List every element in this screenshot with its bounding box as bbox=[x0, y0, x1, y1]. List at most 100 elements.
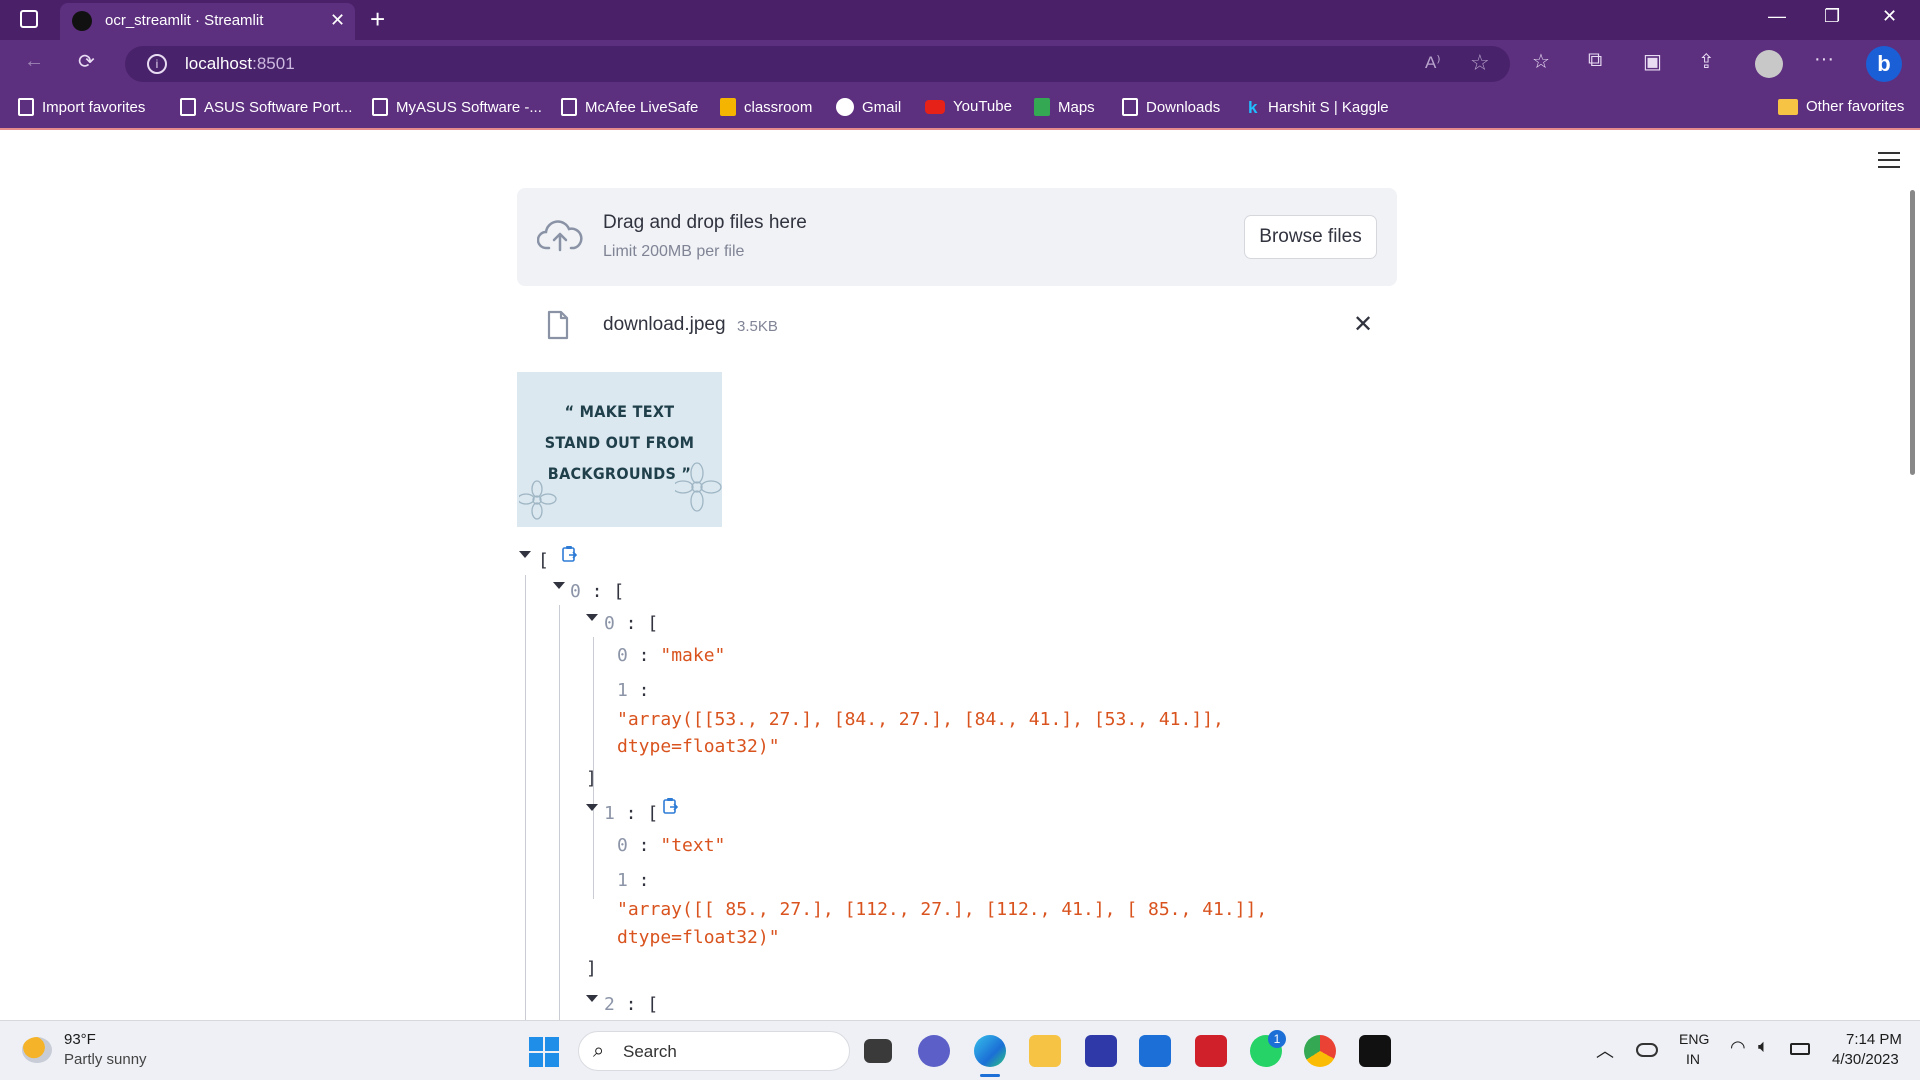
json-entry-0-0-1-value-cont: dtype=float32)" bbox=[617, 736, 780, 757]
fav-asus-software-portal[interactable]: ASUS Software Port... bbox=[180, 98, 352, 116]
onedrive-icon[interactable] bbox=[1636, 1043, 1658, 1057]
page-icon bbox=[561, 98, 577, 116]
language-top[interactable]: ENG bbox=[1679, 1031, 1709, 1047]
kaggle-icon: k bbox=[1248, 98, 1258, 117]
address-bar[interactable]: i localhost:8501 A⁾ ☆ bbox=[125, 46, 1510, 82]
json-entry-0-0: 0 : [ bbox=[604, 613, 659, 634]
language-bottom[interactable]: IN bbox=[1686, 1051, 1700, 1067]
edge-icon[interactable] bbox=[974, 1035, 1006, 1067]
asus-app-icon[interactable] bbox=[1085, 1035, 1117, 1067]
json-entry-0-2: 2 : [ bbox=[604, 994, 659, 1015]
notification-badge: 1 bbox=[1268, 1030, 1286, 1048]
copy-to-clipboard-icon[interactable] bbox=[561, 545, 579, 563]
json-entry-0-1-1-key: 1 : bbox=[617, 870, 650, 891]
uploaded-file-row: download.jpeg 3.5KB ✕ bbox=[517, 300, 1397, 350]
folder-icon bbox=[1778, 98, 1798, 115]
json-close-bracket: ] bbox=[586, 768, 597, 789]
clock-time[interactable]: 7:14 PM bbox=[1846, 1031, 1902, 1048]
chat-icon[interactable] bbox=[918, 1035, 950, 1067]
uploaded-image-preview: “ MAKE TEXT STAND OUT FROM BACKGROUNDS ” bbox=[517, 372, 722, 527]
json-entry-0-1: 1 : [ bbox=[604, 803, 659, 824]
site-info-icon[interactable]: i bbox=[147, 54, 167, 74]
collapse-item-0-0-icon[interactable] bbox=[586, 614, 598, 621]
window-close-icon[interactable]: ✕ bbox=[1882, 6, 1897, 27]
file-size: 3.5KB bbox=[737, 318, 778, 335]
collapse-item-0-2-icon[interactable] bbox=[586, 995, 598, 1002]
copy-to-clipboard-icon[interactable] bbox=[662, 797, 680, 815]
minimize-icon[interactable]: — bbox=[1768, 6, 1786, 27]
streamlit-page: Drag and drop files here Limit 200MB per… bbox=[0, 130, 1920, 1020]
fav-kaggle[interactable]: k Harshit S | Kaggle bbox=[1248, 98, 1389, 117]
volume-icon[interactable]: 🔈︎ bbox=[1758, 1036, 1769, 1057]
weather-icon[interactable] bbox=[22, 1037, 52, 1063]
fav-gmail[interactable]: Gmail bbox=[836, 98, 901, 116]
terminal-icon[interactable] bbox=[1359, 1035, 1391, 1067]
json-bracket: [ bbox=[538, 550, 549, 571]
share-icon[interactable]: ⇪ bbox=[1698, 49, 1715, 74]
more-options-icon[interactable]: ··· bbox=[1814, 48, 1834, 71]
url-text[interactable]: localhost:8501 bbox=[185, 54, 295, 74]
file-explorer-icon[interactable] bbox=[1029, 1035, 1061, 1067]
remove-file-icon[interactable]: ✕ bbox=[1353, 310, 1373, 339]
collapse-item-0-icon[interactable] bbox=[553, 582, 565, 589]
json-entry-0-0-0: 0 : "make" bbox=[617, 645, 726, 666]
fav-import-favorites[interactable]: Import favorites bbox=[18, 98, 145, 116]
dropzone-title: Drag and drop files here bbox=[603, 212, 807, 233]
clock-date[interactable]: 4/30/2023 bbox=[1832, 1051, 1899, 1068]
collapse-item-0-1-icon[interactable] bbox=[586, 804, 598, 811]
browser-tab-active[interactable]: ocr_streamlit · Streamlit ✕ bbox=[60, 3, 355, 40]
battery-icon[interactable] bbox=[1790, 1043, 1810, 1055]
preview-text-line-3: BACKGROUNDS ” bbox=[547, 464, 692, 483]
fav-mcafee-livesafe[interactable]: McAfee LiveSafe bbox=[561, 98, 698, 116]
tab-close-icon[interactable]: ✕ bbox=[330, 10, 345, 31]
json-entry-0-1-1-value: "array([[ 85., 27.], [112., 27.], [112.,… bbox=[617, 899, 1268, 920]
preview-text-line-1: “ MAKE TEXT bbox=[564, 402, 675, 421]
mcafee-icon[interactable] bbox=[1195, 1035, 1227, 1067]
weather-temperature[interactable]: 93°F bbox=[64, 1031, 96, 1048]
add-favorite-icon[interactable]: ☆ bbox=[1470, 50, 1490, 76]
browser-titlebar: ocr_streamlit · Streamlit ✕ + — ❐ ✕ bbox=[0, 0, 1920, 40]
fav-other-favorites[interactable]: Other favorites bbox=[1778, 98, 1904, 115]
file-dropzone[interactable]: Drag and drop files here Limit 200MB per… bbox=[517, 188, 1397, 286]
fav-downloads[interactable]: Downloads bbox=[1122, 98, 1220, 116]
refresh-icon[interactable]: ⟳ bbox=[78, 49, 95, 74]
upload-cloud-icon bbox=[537, 220, 583, 252]
bing-chat-icon[interactable]: b bbox=[1866, 46, 1902, 82]
main-menu-icon[interactable] bbox=[1878, 152, 1900, 173]
new-tab-icon[interactable]: + bbox=[370, 4, 385, 35]
task-view-icon[interactable] bbox=[864, 1039, 892, 1063]
fav-classroom[interactable]: classroom bbox=[720, 98, 812, 116]
favorites-bar: Import favorites ASUS Software Port... M… bbox=[0, 88, 1920, 130]
tab-actions-icon[interactable] bbox=[20, 10, 38, 28]
show-hidden-icons-icon[interactable]: ︿ bbox=[1596, 1037, 1614, 1063]
fav-maps[interactable]: Maps bbox=[1034, 98, 1095, 116]
read-aloud-icon[interactable]: A⁾ bbox=[1425, 53, 1441, 73]
windows-start-icon[interactable] bbox=[529, 1037, 559, 1067]
page-icon bbox=[1122, 98, 1138, 116]
fav-myasus-software[interactable]: MyASUS Software -... bbox=[372, 98, 542, 116]
math-solver-icon[interactable]: ▣ bbox=[1643, 49, 1662, 74]
restore-icon[interactable]: ❐ bbox=[1824, 6, 1840, 27]
streamlit-favicon-icon bbox=[72, 11, 92, 31]
wifi-icon[interactable]: ◠ bbox=[1730, 1037, 1746, 1058]
collapse-root-icon[interactable] bbox=[519, 551, 531, 558]
page-scrollbar[interactable] bbox=[1910, 190, 1915, 475]
preview-text-line-2: STAND OUT FROM bbox=[544, 433, 695, 452]
search-icon: ⌕ bbox=[593, 1040, 605, 1062]
import-icon bbox=[18, 98, 34, 116]
taskbar-search-box[interactable]: ⌕ Search bbox=[578, 1031, 850, 1071]
chrome-icon[interactable] bbox=[1304, 1035, 1336, 1067]
fav-youtube[interactable]: YouTube bbox=[925, 98, 1012, 115]
back-icon[interactable]: ← bbox=[24, 50, 44, 73]
microsoft-store-icon[interactable] bbox=[1139, 1035, 1171, 1067]
favorites-icon[interactable]: ☆ bbox=[1532, 49, 1550, 74]
json-entry-0-0-1-key: 1 : bbox=[617, 680, 650, 701]
collections-icon[interactable]: ⧉ bbox=[1588, 49, 1602, 72]
profile-avatar[interactable] bbox=[1755, 50, 1783, 78]
weather-description[interactable]: Partly sunny bbox=[64, 1051, 147, 1068]
json-indent-guide bbox=[525, 575, 526, 1020]
file-icon bbox=[547, 310, 569, 340]
json-entry-0-1-1-value-cont: dtype=float32)" bbox=[617, 927, 780, 948]
json-entry-0-1-0: 0 : "text" bbox=[617, 835, 726, 856]
browse-files-button[interactable]: Browse files bbox=[1244, 215, 1377, 259]
